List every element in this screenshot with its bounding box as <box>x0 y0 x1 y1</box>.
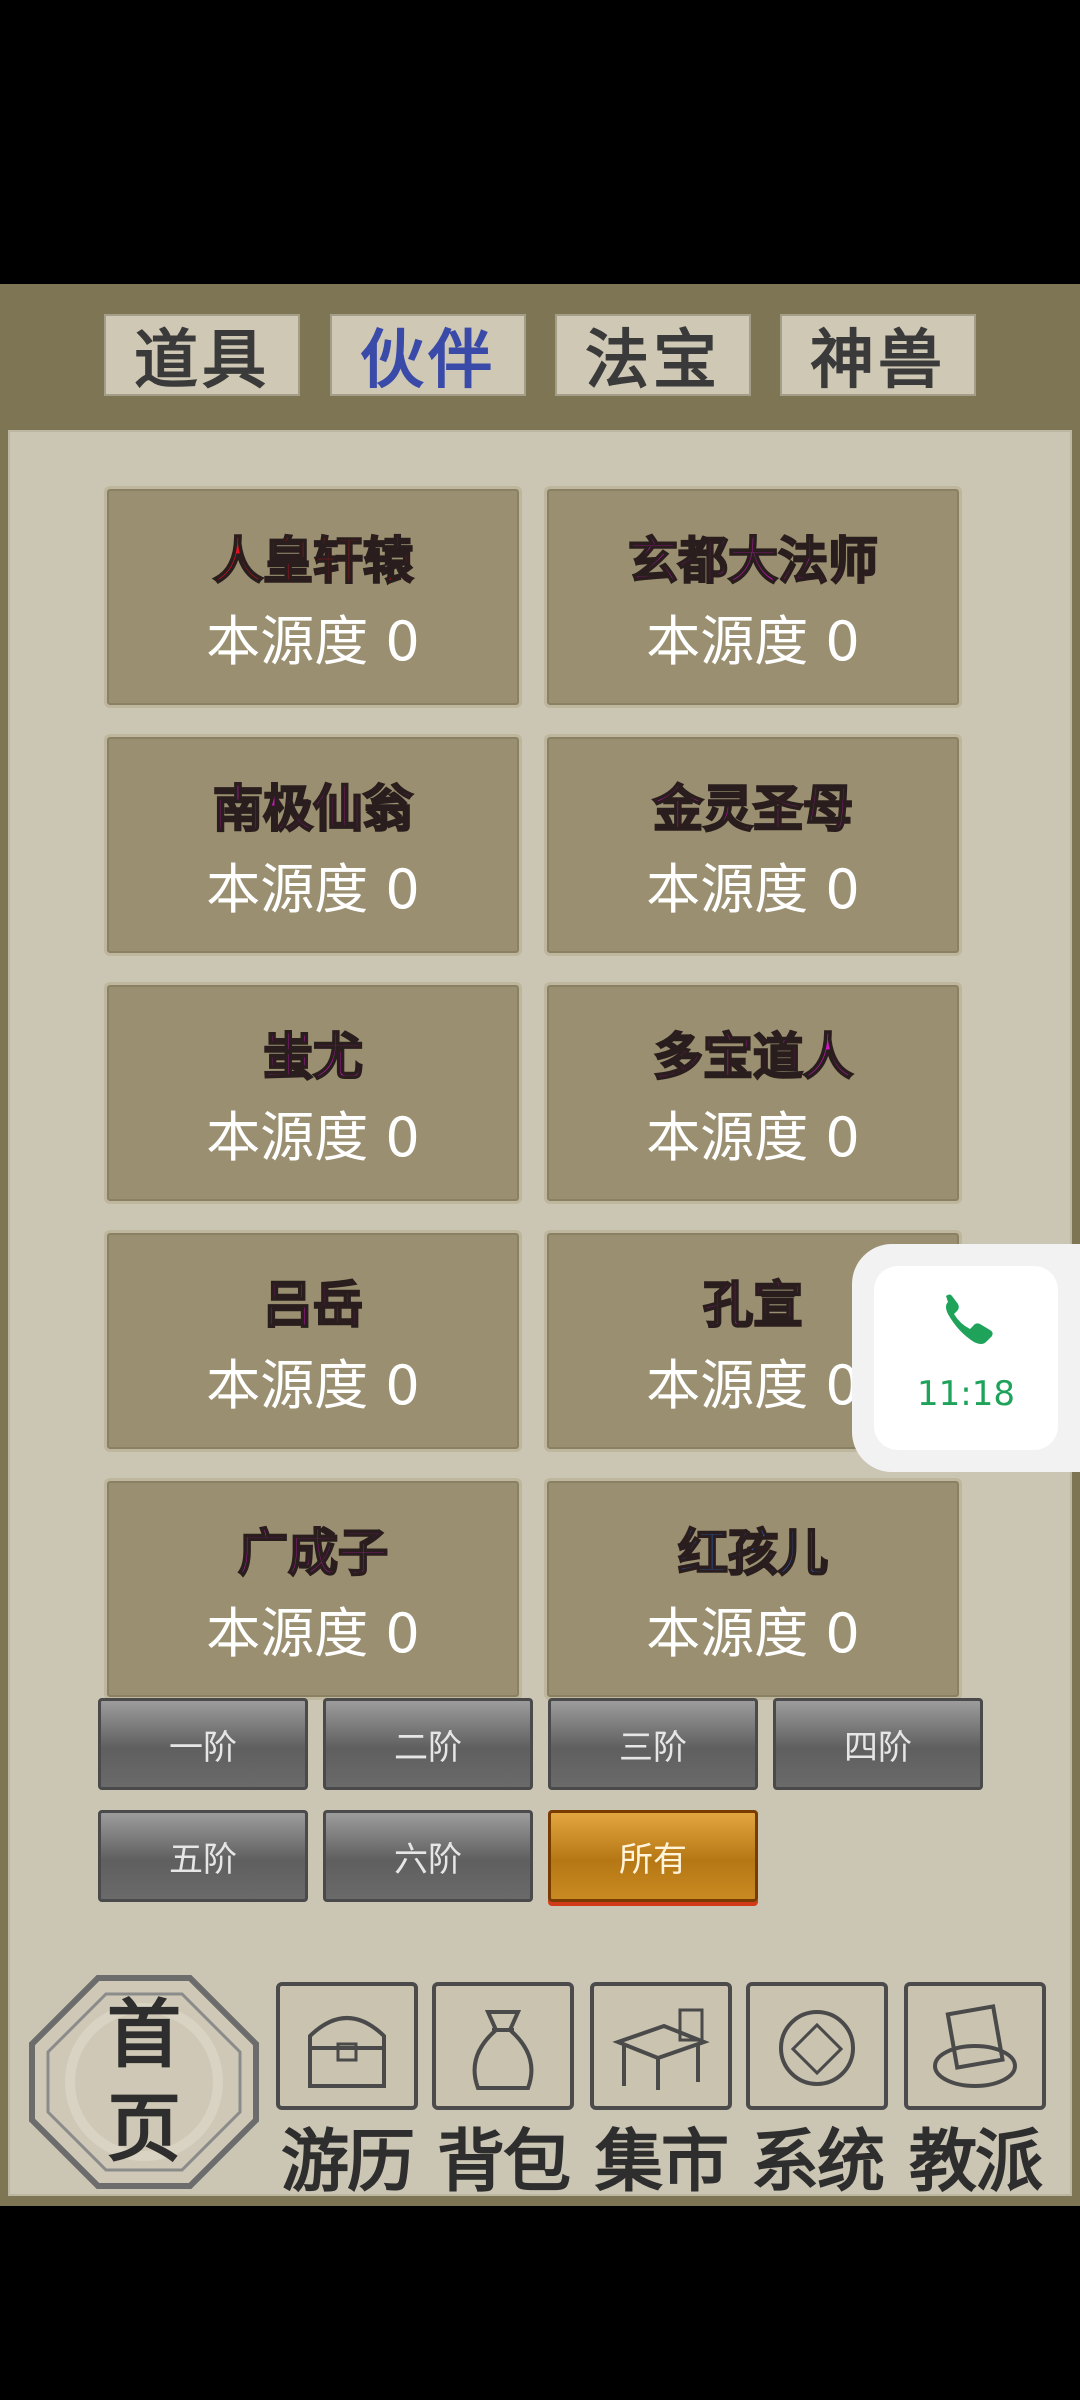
nav-travel-label: 游历 <box>280 2122 415 2202</box>
tab-treasures[interactable]: 法宝 <box>555 314 751 398</box>
source-degree: 本源度 0 <box>206 1354 420 1417</box>
partner-card[interactable]: 广成子 本源度 0 <box>104 1478 522 1700</box>
partner-card[interactable]: 多宝道人 本源度 0 <box>544 982 962 1204</box>
source-degree: 本源度 0 <box>206 858 420 921</box>
tier-button-1[interactable]: 一阶 <box>98 1698 308 1790</box>
market-stall-icon <box>590 1982 732 2110</box>
source-degree: 本源度 0 <box>206 610 420 673</box>
nav-travel[interactable]: 游历 <box>276 1982 418 2202</box>
tier-button-all[interactable]: 所有 <box>548 1810 758 1902</box>
partner-name: 蚩尤 <box>262 1027 364 1087</box>
bottom-nav: 首页 游历 背包 集市 系统 教派 <box>0 1960 1080 2202</box>
tier-button-5[interactable]: 五阶 <box>98 1810 308 1902</box>
source-degree: 本源度 0 <box>646 1106 860 1169</box>
partner-grid[interactable]: 人皇轩辕 本源度 0 玄都大法师 本源度 0 南极仙翁 本源度 0 金灵圣母 本… <box>96 486 976 1720</box>
bag-icon <box>432 1982 574 2110</box>
partner-name: 玄都大法师 <box>627 531 879 591</box>
partner-card[interactable]: 人皇轩辕 本源度 0 <box>104 486 522 708</box>
partner-card[interactable]: 金灵圣母 本源度 0 <box>544 734 962 956</box>
partner-name: 吕岳 <box>262 1275 364 1335</box>
tab-items[interactable]: 道具 <box>104 314 300 398</box>
partner-name: 南极仙翁 <box>212 779 414 839</box>
source-degree: 本源度 0 <box>646 858 860 921</box>
nav-system[interactable]: 系统 <box>746 1982 888 2202</box>
nav-market[interactable]: 集市 <box>590 1982 732 2202</box>
source-degree: 本源度 0 <box>646 1602 860 1665</box>
phone-icon <box>946 1294 993 1344</box>
tab-divine-beasts[interactable]: 神兽 <box>780 314 976 398</box>
category-tabs: 道具 伙伴 法宝 神兽 <box>0 284 1080 430</box>
system-seal-icon <box>746 1982 888 2110</box>
home-label: 首页 <box>88 1988 200 2176</box>
partner-card[interactable]: 吕岳 本源度 0 <box>104 1230 522 1452</box>
source-degree: 本源度 0 <box>646 610 860 673</box>
tier-button-2[interactable]: 二阶 <box>323 1698 533 1790</box>
source-degree: 本源度 0 <box>206 1106 420 1169</box>
partner-name: 人皇轩辕 <box>212 531 414 591</box>
nav-system-label: 系统 <box>750 2122 885 2202</box>
nav-sect-label: 教派 <box>908 2122 1043 2202</box>
partner-name: 多宝道人 <box>652 1027 854 1087</box>
tier-button-6[interactable]: 六阶 <box>323 1810 533 1902</box>
tier-button-4[interactable]: 四阶 <box>773 1698 983 1790</box>
partner-name: 金灵圣母 <box>652 779 854 839</box>
nav-market-label: 集市 <box>594 2122 729 2202</box>
partner-card[interactable]: 玄都大法师 本源度 0 <box>544 486 962 708</box>
call-card[interactable]: 11:18 <box>874 1266 1058 1450</box>
partner-card[interactable]: 南极仙翁 本源度 0 <box>104 734 522 956</box>
source-degree: 本源度 0 <box>206 1602 420 1665</box>
home-label-text: 首页 <box>107 1992 181 2172</box>
call-overlay[interactable]: 11:18 <box>852 1244 1080 1472</box>
call-timer: 11:18 <box>917 1374 1015 1414</box>
tab-partners[interactable]: 伙伴 <box>330 314 526 398</box>
home-button[interactable]: 首页 <box>28 1974 260 2190</box>
partner-name: 红孩儿 <box>677 1523 829 1583</box>
partner-card[interactable]: 红孩儿 本源度 0 <box>544 1478 962 1700</box>
tier-button-3[interactable]: 三阶 <box>548 1698 758 1790</box>
nav-bag-label: 背包 <box>436 2122 571 2202</box>
nav-bag[interactable]: 背包 <box>432 1982 574 2202</box>
nav-sect[interactable]: 教派 <box>904 1982 1046 2202</box>
chest-icon <box>276 1982 418 2110</box>
sect-scroll-icon <box>904 1982 1046 2110</box>
partner-card[interactable]: 蚩尤 本源度 0 <box>104 982 522 1204</box>
partner-name: 广成子 <box>237 1523 389 1583</box>
